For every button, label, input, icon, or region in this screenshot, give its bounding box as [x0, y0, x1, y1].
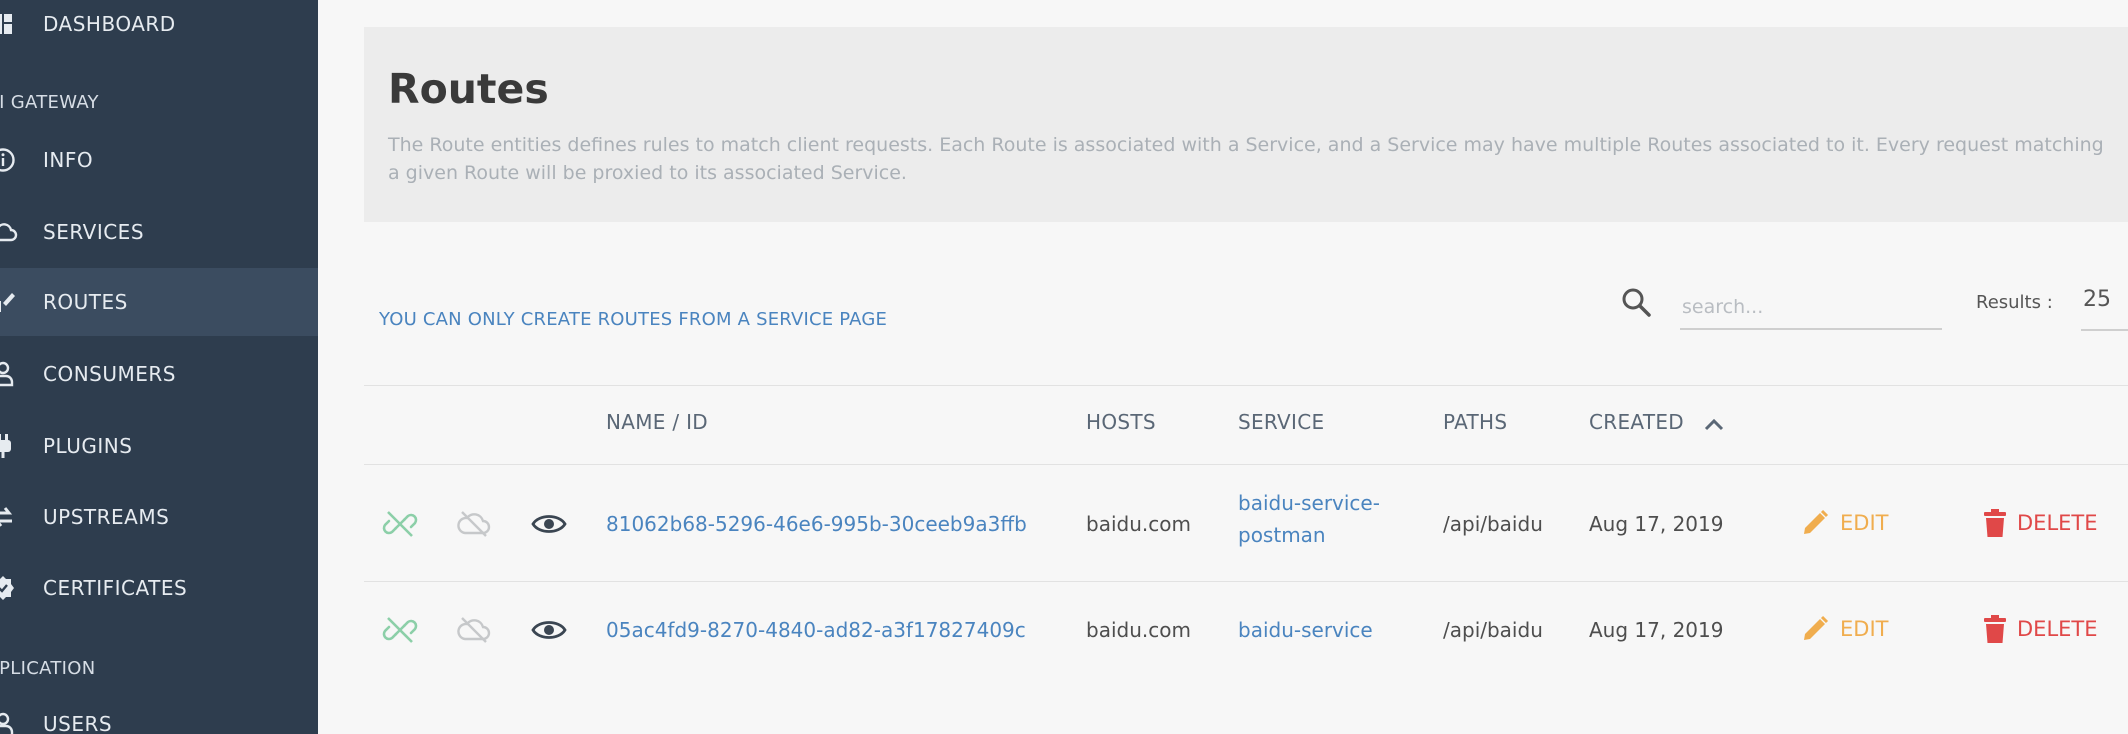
table-divider	[364, 385, 2128, 386]
table-divider	[364, 464, 2128, 465]
sidebar-item-routes[interactable]: ROUTES	[0, 268, 318, 336]
delete-label: DELETE	[2017, 511, 2098, 535]
section-title-application: PPLICATION	[0, 658, 96, 679]
certificate-icon	[0, 573, 18, 603]
route-hosts: baidu.com	[1086, 618, 1191, 642]
sidebar-item-users[interactable]: USERS	[0, 690, 318, 734]
route-paths: /api/baidu	[1443, 512, 1543, 536]
delete-label: DELETE	[2017, 617, 2098, 641]
page-title: Routes	[388, 65, 549, 113]
cloud-off-icon[interactable]	[456, 612, 492, 648]
route-hosts: baidu.com	[1086, 512, 1191, 536]
trash-icon	[1984, 615, 2006, 643]
route-created: Aug 17, 2019	[1589, 512, 1724, 536]
sidebar-item-dashboard[interactable]: DASHBOARD	[0, 0, 318, 58]
routes-icon	[0, 287, 18, 317]
sidebar-item-plugins[interactable]: PLUGINS	[0, 412, 318, 480]
results-label: Results :	[1976, 292, 2053, 313]
column-header-hosts[interactable]: HOSTS	[1086, 410, 1156, 434]
sidebar-item-label: SERVICES	[43, 220, 145, 244]
pencil-icon	[1804, 615, 1829, 640]
search-icon[interactable]	[1620, 286, 1654, 320]
delete-button[interactable]: DELETE	[1983, 508, 2098, 538]
column-header-created[interactable]: CREATED	[1589, 410, 1684, 434]
trash-icon	[1984, 509, 2006, 537]
toggle-link-icon[interactable]	[382, 612, 418, 648]
sidebar-item-label: CONSUMERS	[43, 362, 176, 386]
sidebar-item-label: PLUGINS	[43, 434, 133, 458]
sidebar-item-label: CERTIFICATES	[43, 576, 188, 600]
column-header-paths[interactable]: PATHS	[1443, 410, 1507, 434]
sidebar: DASHBOARD PI GATEWAY INFO SERVICES ROUTE…	[0, 0, 318, 734]
eye-icon[interactable]	[531, 506, 567, 542]
cloud-icon	[0, 217, 18, 247]
plug-icon	[0, 431, 18, 461]
sidebar-item-label: DASHBOARD	[43, 12, 176, 36]
swap-icon	[0, 502, 18, 532]
pencil-icon	[1804, 509, 1829, 534]
delete-button[interactable]: DELETE	[1983, 614, 2098, 644]
service-link[interactable]: baidu-service	[1238, 618, 1373, 642]
route-id-link[interactable]: 81062b68-5296-46e6-995b-30ceeb9a3ffb	[606, 512, 1027, 536]
edit-label: EDIT	[1840, 617, 1889, 641]
section-title-api-gateway: PI GATEWAY	[0, 92, 99, 113]
user-icon	[0, 359, 18, 389]
create-route-notice[interactable]: YOU CAN ONLY CREATE ROUTES FROM A SERVIC…	[379, 309, 887, 330]
info-icon	[0, 145, 18, 175]
service-link-line[interactable]: baidu-service-	[1238, 491, 1380, 515]
table-divider	[364, 581, 2128, 582]
search-input[interactable]	[1680, 286, 1942, 330]
route-id-link[interactable]: 05ac4fd9-8270-4840-ad82-a3f17827409c	[606, 618, 1026, 642]
sidebar-item-label: USERS	[43, 712, 113, 734]
sidebar-item-upstreams[interactable]: UPSTREAMS	[0, 483, 318, 551]
service-link[interactable]: baidu-service- postman	[1238, 491, 1380, 547]
column-header-service[interactable]: SERVICE	[1238, 410, 1324, 434]
eye-icon[interactable]	[531, 612, 567, 648]
sidebar-item-label: INFO	[43, 148, 94, 172]
sidebar-item-label: ROUTES	[43, 290, 128, 314]
edit-button[interactable]: EDIT	[1800, 614, 1888, 644]
page-header: Routes The Route entities defines rules …	[364, 27, 2128, 222]
sidebar-item-label: UPSTREAMS	[43, 505, 170, 529]
dashboard-icon	[0, 9, 18, 39]
route-created: Aug 17, 2019	[1589, 618, 1724, 642]
column-header-name[interactable]: NAME / ID	[606, 410, 708, 434]
edit-button[interactable]: EDIT	[1800, 508, 1888, 538]
sidebar-item-info[interactable]: INFO	[0, 126, 318, 194]
toggle-link-icon[interactable]	[382, 506, 418, 542]
sort-ascending-icon[interactable]	[1703, 416, 1725, 432]
service-link-line[interactable]: postman	[1238, 523, 1380, 547]
results-per-page-select[interactable]: 25	[2081, 287, 2128, 331]
edit-label: EDIT	[1840, 511, 1889, 535]
sidebar-item-certificates[interactable]: CERTIFICATES	[0, 554, 318, 622]
page-description: The Route entities defines rules to matc…	[388, 134, 2104, 184]
sidebar-item-services[interactable]: SERVICES	[0, 198, 318, 266]
sidebar-item-consumers[interactable]: CONSUMERS	[0, 340, 318, 408]
cloud-off-icon[interactable]	[456, 506, 492, 542]
users-icon	[0, 709, 18, 734]
route-paths: /api/baidu	[1443, 618, 1543, 642]
